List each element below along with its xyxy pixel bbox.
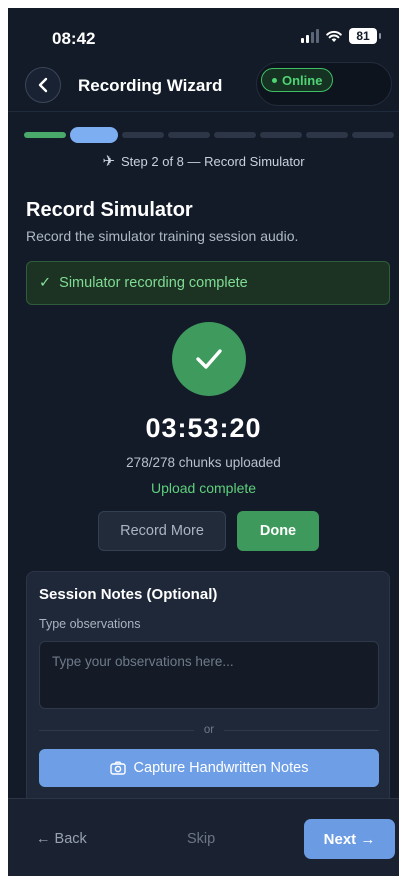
status-icons: 81 — [301, 28, 381, 44]
step-progress — [24, 127, 394, 143]
capture-notes-button[interactable]: Capture Handwritten Notes — [39, 749, 379, 787]
online-dot-icon — [272, 77, 277, 83]
signal-icon — [301, 29, 319, 43]
app-header: Recording Wizard Online — [8, 60, 399, 112]
success-banner: ✓ Simulator recording complete — [26, 261, 390, 305]
capture-notes-label: Capture Handwritten Notes — [133, 760, 309, 776]
back-button[interactable] — [25, 67, 61, 103]
chevron-left-icon — [38, 77, 48, 93]
notes-label: Type observations — [39, 617, 141, 631]
header-title: Recording Wizard — [78, 76, 223, 95]
chunks-uploaded: 278/278 chunks uploaded — [126, 455, 281, 470]
status-bar: 08:42 81 — [8, 8, 399, 58]
step-segment-8 — [352, 132, 394, 138]
wifi-icon — [326, 30, 342, 42]
online-label: Online — [282, 72, 323, 88]
step-segment-2 — [70, 127, 118, 143]
battery-icon: 81 — [349, 28, 381, 44]
notes-title: Session Notes (Optional) — [39, 586, 218, 603]
page-title: Record Simulator — [26, 199, 193, 221]
check-icon: ✓ — [39, 275, 52, 291]
next-button[interactable]: Next → — [304, 819, 395, 859]
airplane-icon: ✈ — [102, 153, 116, 170]
divider-line — [39, 729, 194, 731]
battery-level: 81 — [356, 29, 370, 43]
step-segment-4 — [168, 132, 210, 138]
connection-status: Online — [256, 62, 392, 106]
record-more-button[interactable]: Record More — [98, 511, 226, 551]
checkmark-icon — [196, 349, 222, 369]
step-label: ✈ Step 2 of 8 — Record Simulator — [8, 152, 399, 170]
or-divider: or — [39, 722, 380, 738]
session-notes-card: Session Notes (Optional) Type observatio… — [26, 571, 390, 811]
done-button[interactable]: Done — [237, 511, 319, 551]
page-subtitle: Record the simulator training session au… — [26, 228, 299, 244]
status-time: 08:42 — [52, 29, 96, 48]
online-badge: Online — [261, 68, 334, 92]
upload-status: Upload complete — [150, 480, 257, 496]
step-segment-6 — [260, 132, 302, 138]
or-text: or — [203, 724, 215, 736]
footer-back-button[interactable]: ← Back — [36, 831, 87, 847]
step-segment-3 — [122, 132, 164, 138]
step-label-text: Step 2 of 8 — Record Simulator — [121, 154, 305, 169]
notes-input[interactable] — [39, 641, 379, 709]
skip-button[interactable]: Skip — [187, 831, 215, 847]
recording-timer: 03:53:20 — [145, 413, 262, 443]
step-segment-5 — [214, 132, 256, 138]
camera-icon — [109, 761, 126, 775]
step-segment-1 — [24, 132, 66, 138]
wizard-footer: ← Back Skip Next → — [8, 798, 399, 876]
divider-line — [224, 729, 380, 731]
success-banner-text: Simulator recording complete — [59, 275, 248, 291]
app-screen: 08:42 81 Recording Wizard Online ✈ Step … — [8, 8, 399, 876]
recording-complete-indicator — [172, 322, 246, 396]
step-segment-7 — [306, 132, 348, 138]
